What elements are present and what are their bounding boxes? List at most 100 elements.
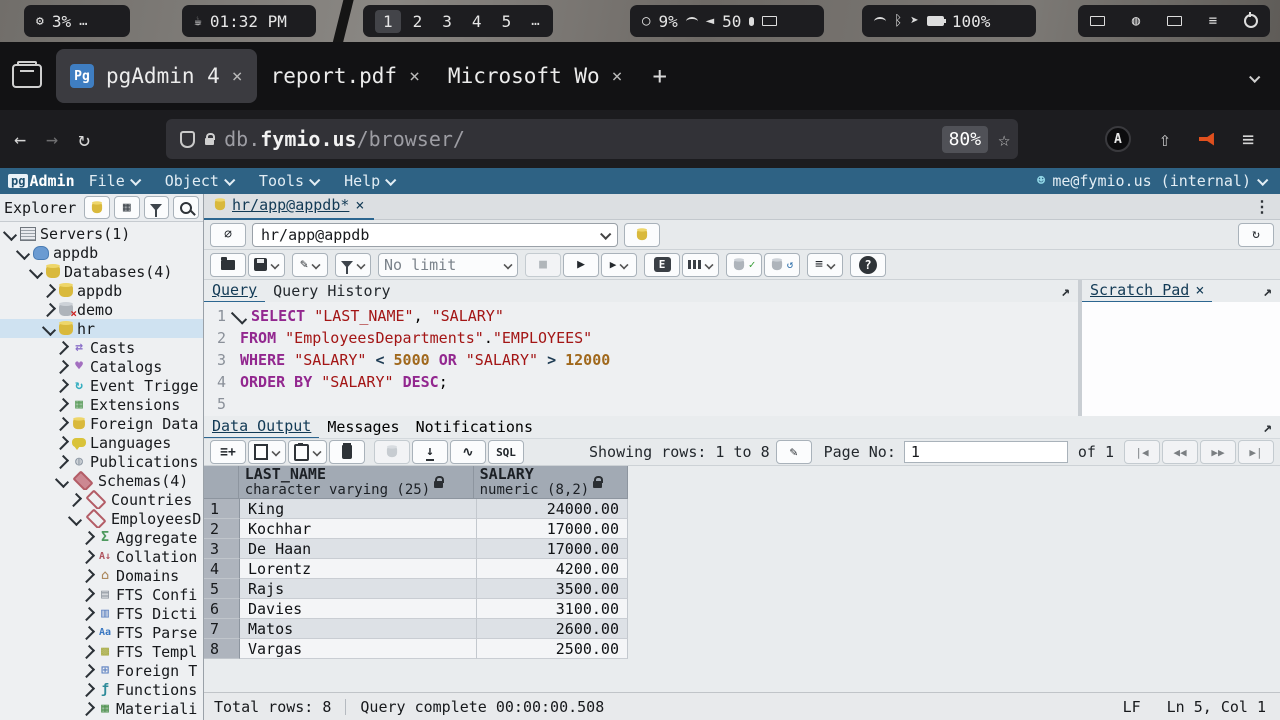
help-button[interactable]: ? <box>850 253 886 277</box>
row-number[interactable]: 1 <box>204 499 240 519</box>
next-page-button[interactable]: ▶▶ <box>1200 440 1236 464</box>
cell-salary[interactable]: 24000.00 <box>477 499 628 519</box>
tree-item-appdb[interactable]: appdb <box>0 281 203 300</box>
collapse-caret-icon[interactable] <box>3 226 17 240</box>
back-button[interactable]: ← <box>14 127 26 151</box>
row-number[interactable]: 4 <box>204 559 240 579</box>
account-icon[interactable]: A <box>1105 126 1131 152</box>
expand-caret-icon[interactable] <box>81 644 95 658</box>
menu-icon[interactable]: ≡ <box>1242 127 1254 151</box>
tree-item-collation[interactable]: A↓Collation <box>0 547 203 566</box>
clock-indicator[interactable]: ☕ 01:32 PM <box>182 5 316 37</box>
table-row[interactable]: 5Rajs3500.00 <box>204 579 628 599</box>
close-tab-icon[interactable]: × <box>612 66 623 87</box>
table-row[interactable]: 4Lorentz4200.00 <box>204 559 628 579</box>
forward-button[interactable]: → <box>46 127 58 151</box>
tab-messages[interactable]: Messages <box>319 416 407 438</box>
edit-range-button[interactable]: ✎ <box>776 440 812 464</box>
disconnect-button[interactable]: ⌀ <box>210 223 246 247</box>
tree-item-countries[interactable]: Countries <box>0 490 203 509</box>
code-line[interactable]: 4ORDER BY "SALARY" DESC; <box>204 371 1078 393</box>
expand-caret-icon[interactable] <box>81 587 95 601</box>
search-button[interactable] <box>173 196 199 219</box>
menu-help[interactable]: Help <box>344 172 394 190</box>
row-number[interactable]: 7 <box>204 619 240 639</box>
reload-button[interactable]: ↻ <box>78 127 90 151</box>
expand-editor-icon[interactable]: ↗ <box>1061 282 1070 300</box>
cell-last-name[interactable]: Lorentz <box>240 559 477 579</box>
expand-caret-icon[interactable] <box>81 625 95 639</box>
query-tool-tab[interactable]: hr/app@appdb* × <box>204 193 374 221</box>
limit-select[interactable]: No limit <box>378 253 518 277</box>
tab-query-history[interactable]: Query History <box>265 280 398 302</box>
table-row[interactable]: 3De Haan17000.00 <box>204 539 628 559</box>
workspace-5[interactable]: 5 <box>494 10 520 33</box>
collapse-caret-icon[interactable] <box>16 245 30 259</box>
workspace-switcher[interactable]: 1 2 3 4 5 … <box>363 5 553 37</box>
new-connection-button[interactable] <box>624 223 660 247</box>
filter-button[interactable] <box>144 196 170 219</box>
expand-caret-icon[interactable] <box>81 701 95 715</box>
expand-caret-icon[interactable] <box>55 397 69 411</box>
tree-item-casts[interactable]: ⇄Casts <box>0 338 203 357</box>
row-number[interactable]: 8 <box>204 639 240 659</box>
cell-last-name[interactable]: Rajs <box>240 579 477 599</box>
menu-tools[interactable]: Tools <box>259 172 318 190</box>
table-row[interactable]: 7Matos2600.00 <box>204 619 628 639</box>
expand-caret-icon[interactable] <box>81 682 95 696</box>
paste-button[interactable] <box>288 440 327 464</box>
cell-salary[interactable]: 17000.00 <box>477 539 628 559</box>
expand-caret-icon[interactable] <box>81 606 95 620</box>
object-browser-button[interactable] <box>84 196 110 219</box>
tree-item-publications[interactable]: ◍Publications <box>0 452 203 471</box>
cell-last-name[interactable]: Davies <box>240 599 477 619</box>
tab-scratch-pad[interactable]: Scratch Pad× <box>1082 279 1212 303</box>
table-row[interactable]: 6Davies3100.00 <box>204 599 628 619</box>
new-tab-button[interactable]: + <box>652 62 666 90</box>
tree-item-extensions[interactable]: ▦Extensions <box>0 395 203 414</box>
edit-button[interactable]: ✎ <box>292 253 328 277</box>
delete-row-button[interactable] <box>329 440 365 464</box>
connection-select[interactable]: hr/app@appdb <box>252 223 618 247</box>
save-results-button[interactable]: ↓ <box>412 440 448 464</box>
collapse-caret-icon[interactable] <box>68 511 82 525</box>
table-row[interactable]: 8Vargas2500.00 <box>204 639 628 659</box>
expand-caret-icon[interactable] <box>55 435 69 449</box>
save-file-button[interactable] <box>248 253 285 277</box>
tree-item-schemas-4[interactable]: Schemas(4) <box>0 471 203 490</box>
zoom-level-badge[interactable]: 80% <box>942 126 989 153</box>
tree-item-appdb[interactable]: appdb <box>0 243 203 262</box>
browser-tab-word[interactable]: Microsoft Wo × <box>434 49 637 103</box>
row-number[interactable]: 6 <box>204 599 240 619</box>
close-scratch-icon[interactable]: × <box>1195 281 1204 299</box>
share-icon[interactable]: ⇧ <box>1159 127 1171 151</box>
cell-salary[interactable]: 2600.00 <box>477 619 628 639</box>
copy-button[interactable] <box>248 440 286 464</box>
tree-item-demo[interactable]: demo <box>0 300 203 319</box>
code-line[interactable]: 5 <box>204 393 1078 415</box>
url-bar[interactable]: db.fymio.us/browser/ 80% ☆ <box>166 119 1018 159</box>
bookmark-star-icon[interactable]: ☆ <box>998 127 1010 151</box>
graph-visualiser-button[interactable]: ∿ <box>450 440 486 464</box>
macros-button[interactable]: ≡ <box>807 253 843 277</box>
menu-file[interactable]: File <box>89 172 139 190</box>
stop-button[interactable]: ■ <box>525 253 561 277</box>
tree-item-fts-parse[interactable]: AaFTS Parse <box>0 623 203 642</box>
code-line[interactable]: 2FROM "EmployeesDepartments"."EMPLOYEES" <box>204 327 1078 349</box>
browser-tab-pgadmin[interactable]: Pg pgAdmin 4 × <box>56 49 257 103</box>
system-tray[interactable]: ◍ ≡ <box>1078 5 1270 37</box>
expand-scratch-icon[interactable]: ↗ <box>1263 282 1272 300</box>
scratch-pad-body[interactable] <box>1082 302 1280 416</box>
cell-last-name[interactable]: Kochhar <box>240 519 477 539</box>
tab-overview-icon[interactable] <box>12 64 42 88</box>
collapse-caret-icon[interactable] <box>55 473 69 487</box>
expand-caret-icon[interactable] <box>81 568 95 582</box>
expand-caret-icon[interactable] <box>42 302 56 316</box>
fold-caret-icon[interactable] <box>231 308 247 324</box>
column-header-salary[interactable]: SALARY numeric (8,2) <box>474 466 628 498</box>
cell-salary[interactable]: 17000.00 <box>477 519 628 539</box>
tree-item-fts-templ[interactable]: ▩FTS Templ <box>0 642 203 661</box>
cell-salary[interactable]: 4200.00 <box>477 559 628 579</box>
tree-item-languages[interactable]: Languages <box>0 433 203 452</box>
close-tab-icon[interactable]: × <box>409 66 420 87</box>
